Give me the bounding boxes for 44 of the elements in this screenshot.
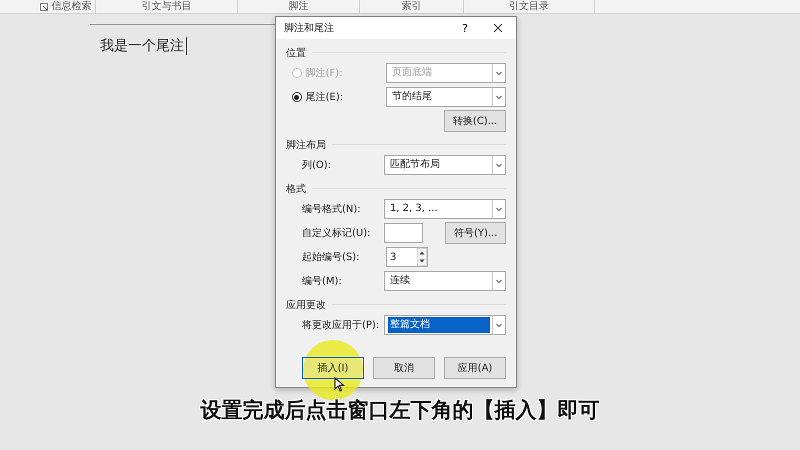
section-title: 脚注布局 — [286, 138, 326, 152]
dropdown[interactable]: 整篇文档 — [384, 315, 506, 335]
dialog-button[interactable]: 插入(I) — [302, 357, 364, 379]
ribbon-group-label: 索引 — [402, 0, 422, 12]
field-label: 自定义标记(U): — [302, 226, 372, 240]
field-label: 起始编号(S): — [302, 250, 361, 264]
caret-icon — [492, 316, 505, 334]
spin-field[interactable]: 3 — [386, 247, 428, 267]
help-button[interactable]: ? — [450, 17, 480, 39]
caret-icon — [492, 200, 505, 218]
subtitle-caption: 设置完成后点击窗口左下角的【插入】即可 — [200, 397, 600, 424]
section-title: 应用更改 — [286, 298, 326, 312]
field-label: 将更改应用于(P): — [302, 318, 380, 332]
field-label: 编号(M): — [302, 274, 343, 288]
ribbon-group-label: 引文与书目 — [142, 0, 192, 12]
caret-icon — [492, 156, 505, 174]
dropdown[interactable]: 节的结尾 — [386, 87, 506, 107]
ribbon-group-label: 信息检索 — [52, 0, 92, 12]
field-label: 编号格式(N): — [302, 202, 362, 216]
dropdown[interactable]: 1, 2, 3, ... — [384, 199, 506, 219]
caret-icon — [492, 272, 505, 290]
ribbon-group-label: 脚注 — [288, 0, 308, 12]
field-label: 列(O): — [302, 159, 332, 172]
document-text: 我是一个尾注 — [100, 37, 187, 55]
pointer-icon — [334, 377, 345, 392]
close-icon — [493, 23, 503, 33]
dialog-button[interactable]: 取消 — [373, 357, 435, 379]
caret-icon — [492, 64, 505, 82]
spin-arrows-icon[interactable] — [417, 248, 427, 266]
caret-icon — [492, 88, 505, 106]
input-field[interactable] — [384, 223, 424, 243]
convert-button[interactable]: 转换(C)... — [444, 110, 506, 132]
symbol-button[interactable]: 符号(Y)... — [445, 222, 506, 244]
ribbon-group-label: 引文目录 — [509, 0, 549, 12]
dropdown[interactable]: 连续 — [384, 271, 506, 291]
radio-label: 尾注(E): — [306, 90, 344, 104]
dialog-button[interactable]: 应用(A) — [444, 357, 506, 379]
dropdown[interactable]: 匹配节布局 — [384, 155, 506, 175]
launcher-icon[interactable] — [40, 2, 48, 10]
section-title: 格式 — [286, 182, 306, 196]
section-title: 位置 — [286, 46, 306, 60]
window-title: 脚注和尾注 — [284, 22, 335, 35]
radio-label: 脚注(F): — [306, 66, 344, 80]
radio-button[interactable] — [292, 92, 302, 102]
